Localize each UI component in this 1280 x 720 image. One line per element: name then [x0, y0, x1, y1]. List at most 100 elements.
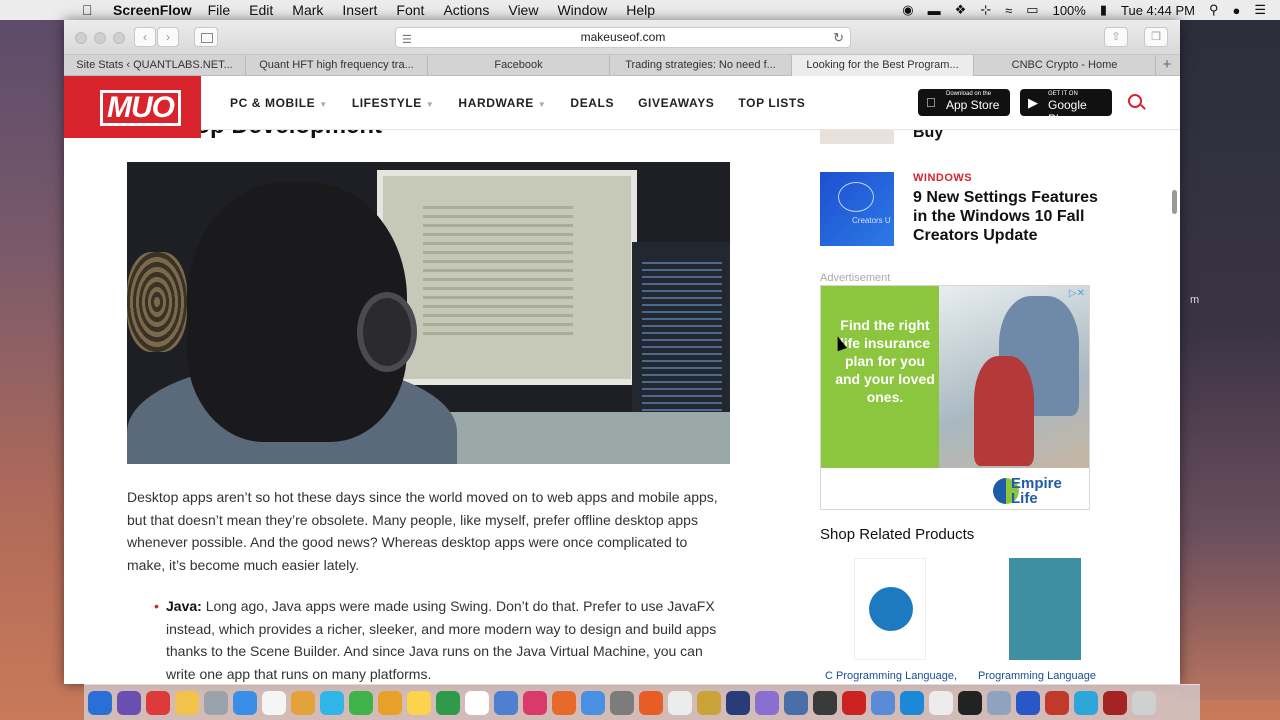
spotlight-search-icon[interactable]: ⚲ [1209, 2, 1219, 18]
nav-top-lists[interactable]: TOP LISTS [738, 96, 805, 110]
new-tab-button[interactable]: + [1156, 55, 1178, 75]
dock-app-icon[interactable] [755, 690, 779, 715]
dock-app-icon[interactable] [726, 690, 750, 715]
app-store-button[interactable]:  Download on the App Store [918, 89, 1010, 116]
clock[interactable]: Tue 4:44 PM [1121, 3, 1195, 18]
screenflow-status-icon[interactable]: ◉ [902, 2, 913, 18]
dock-app-icon[interactable] [88, 690, 112, 715]
dock-app-icon[interactable] [204, 690, 228, 715]
dock-app-icon[interactable] [610, 690, 634, 715]
menu-edit[interactable]: Edit [249, 2, 273, 18]
dock-app-icon[interactable] [1016, 690, 1040, 715]
dock-app-icon[interactable] [1045, 690, 1069, 715]
product-c-caption[interactable]: C Programming Language, [825, 670, 957, 682]
dock-app-icon[interactable] [668, 690, 692, 715]
wifi-icon[interactable]: ≈ [1005, 3, 1012, 18]
nav-lifestyle[interactable]: LIFESTYLE ▼ [352, 96, 435, 110]
apple-icon[interactable]:  [82, 2, 100, 18]
dock-app-icon[interactable] [349, 690, 373, 715]
dock-app-icon[interactable] [581, 690, 605, 715]
sidebar-toggle-button[interactable] [194, 27, 218, 47]
forward-button[interactable]: › [157, 27, 179, 47]
close-window-button[interactable] [75, 32, 87, 44]
dock-app-icon[interactable] [320, 690, 344, 715]
zoom-window-button[interactable] [113, 32, 125, 44]
menu-font[interactable]: Font [396, 2, 424, 18]
dock-app-icon[interactable] [523, 690, 547, 715]
battery-percent[interactable]: 100% [1053, 3, 1086, 18]
address-bar[interactable]: ☰ makeuseof.com ↻ [395, 27, 851, 48]
dock-app-icon[interactable] [117, 690, 141, 715]
page-scrollbar[interactable] [1172, 190, 1177, 214]
menu-help[interactable]: Help [626, 2, 655, 18]
dock-app-icon[interactable] [958, 690, 982, 715]
dock-app-icon[interactable] [842, 690, 866, 715]
tab-quant-hft[interactable]: Quant HFT high frequency tra... [246, 55, 428, 76]
nav-pc-mobile[interactable]: PC & MOBILE ▼ [230, 96, 328, 110]
tab-overview-button[interactable]: ❐ [1144, 27, 1168, 47]
menu-file[interactable]: File [208, 2, 231, 18]
related-thumbnail[interactable]: Creators U [820, 172, 894, 246]
dock-app-icon[interactable] [233, 690, 257, 715]
related-thumb-partial[interactable] [820, 130, 894, 144]
dock-app-icon[interactable] [1103, 690, 1127, 715]
nav-giveaways[interactable]: GIVEAWAYS [638, 96, 714, 110]
dock-app-icon[interactable] [871, 690, 895, 715]
tab-trading-strategies[interactable]: Trading strategies: No need f... [610, 55, 792, 76]
dock-app-icon[interactable] [262, 690, 286, 715]
airplay-icon[interactable]: ▭ [1026, 2, 1038, 18]
display-icon[interactable]: ▬ [928, 3, 941, 18]
dock-app-icon[interactable] [639, 690, 663, 715]
dock-app-icon[interactable] [552, 690, 576, 715]
battery-icon[interactable]: ▮ [1100, 2, 1107, 18]
menu-mark[interactable]: Mark [292, 2, 323, 18]
google-play-button[interactable]: ▶ GET IT ON Google Play [1020, 89, 1112, 126]
tab-site-stats[interactable]: Site Stats ‹ QUANTLABS.NET... [64, 55, 246, 76]
reload-icon[interactable]: ↻ [833, 28, 844, 47]
tab-facebook[interactable]: Facebook [428, 55, 610, 76]
reader-icon[interactable]: ☰ [402, 31, 412, 50]
tab-best-program[interactable]: Looking for the Best Program... [792, 55, 974, 76]
menu-view[interactable]: View [508, 2, 538, 18]
share-button[interactable]: ⇧ [1104, 27, 1128, 47]
back-button[interactable]: ‹ [134, 27, 156, 47]
dropbox-icon[interactable]: ❖ [955, 2, 967, 18]
app-menu-name[interactable]: ScreenFlow [113, 2, 192, 18]
dock-app-icon[interactable] [146, 690, 170, 715]
related-title-partial[interactable]: Buy [913, 130, 943, 142]
dock-app-icon[interactable] [900, 690, 924, 715]
dock-app-icon[interactable] [175, 690, 199, 715]
product-java-caption[interactable]: Programming Language [978, 670, 1096, 682]
notification-center-icon[interactable]: ☰ [1254, 2, 1266, 18]
bluetooth-icon[interactable]: ⊹ [980, 2, 991, 18]
menu-actions[interactable]: Actions [443, 2, 489, 18]
dock-app-icon[interactable] [494, 690, 518, 715]
dock-app-icon[interactable] [929, 690, 953, 715]
related-title[interactable]: 9 New Settings Features in the Windows 1… [913, 188, 1113, 245]
dock-app-icon[interactable] [465, 690, 489, 715]
site-logo[interactable]: MUO [64, 76, 201, 138]
dock-app-icon[interactable] [291, 690, 315, 715]
dock-app-icon[interactable] [436, 690, 460, 715]
dock-app-icon[interactable] [407, 690, 431, 715]
nav-deals[interactable]: DEALS [570, 96, 614, 110]
minimize-window-button[interactable] [94, 32, 106, 44]
related-category[interactable]: WINDOWS [913, 172, 972, 184]
dock-app-icon[interactable] [1132, 690, 1156, 715]
dock-app-icon[interactable] [784, 690, 808, 715]
search-icon[interactable] [1128, 94, 1142, 108]
adchoices-icon[interactable]: ▷✕ [1069, 288, 1085, 299]
dock-app-icon[interactable] [987, 690, 1011, 715]
menu-insert[interactable]: Insert [342, 2, 377, 18]
tab-cnbc-crypto[interactable]: CNBC Crypto - Home [974, 55, 1156, 76]
product-c-programming-cover[interactable] [854, 558, 926, 660]
siri-icon[interactable]: ● [1232, 3, 1240, 18]
dock-app-icon[interactable] [1074, 690, 1098, 715]
advertisement[interactable]: Find the right life insurance plan for y… [820, 285, 1090, 510]
dock-app-icon[interactable] [813, 690, 837, 715]
product-java-cover[interactable] [1009, 558, 1081, 660]
nav-hardware[interactable]: HARDWARE ▼ [458, 96, 546, 110]
menu-window[interactable]: Window [557, 2, 607, 18]
dock-app-icon[interactable] [378, 690, 402, 715]
dock-app-icon[interactable] [697, 690, 721, 715]
